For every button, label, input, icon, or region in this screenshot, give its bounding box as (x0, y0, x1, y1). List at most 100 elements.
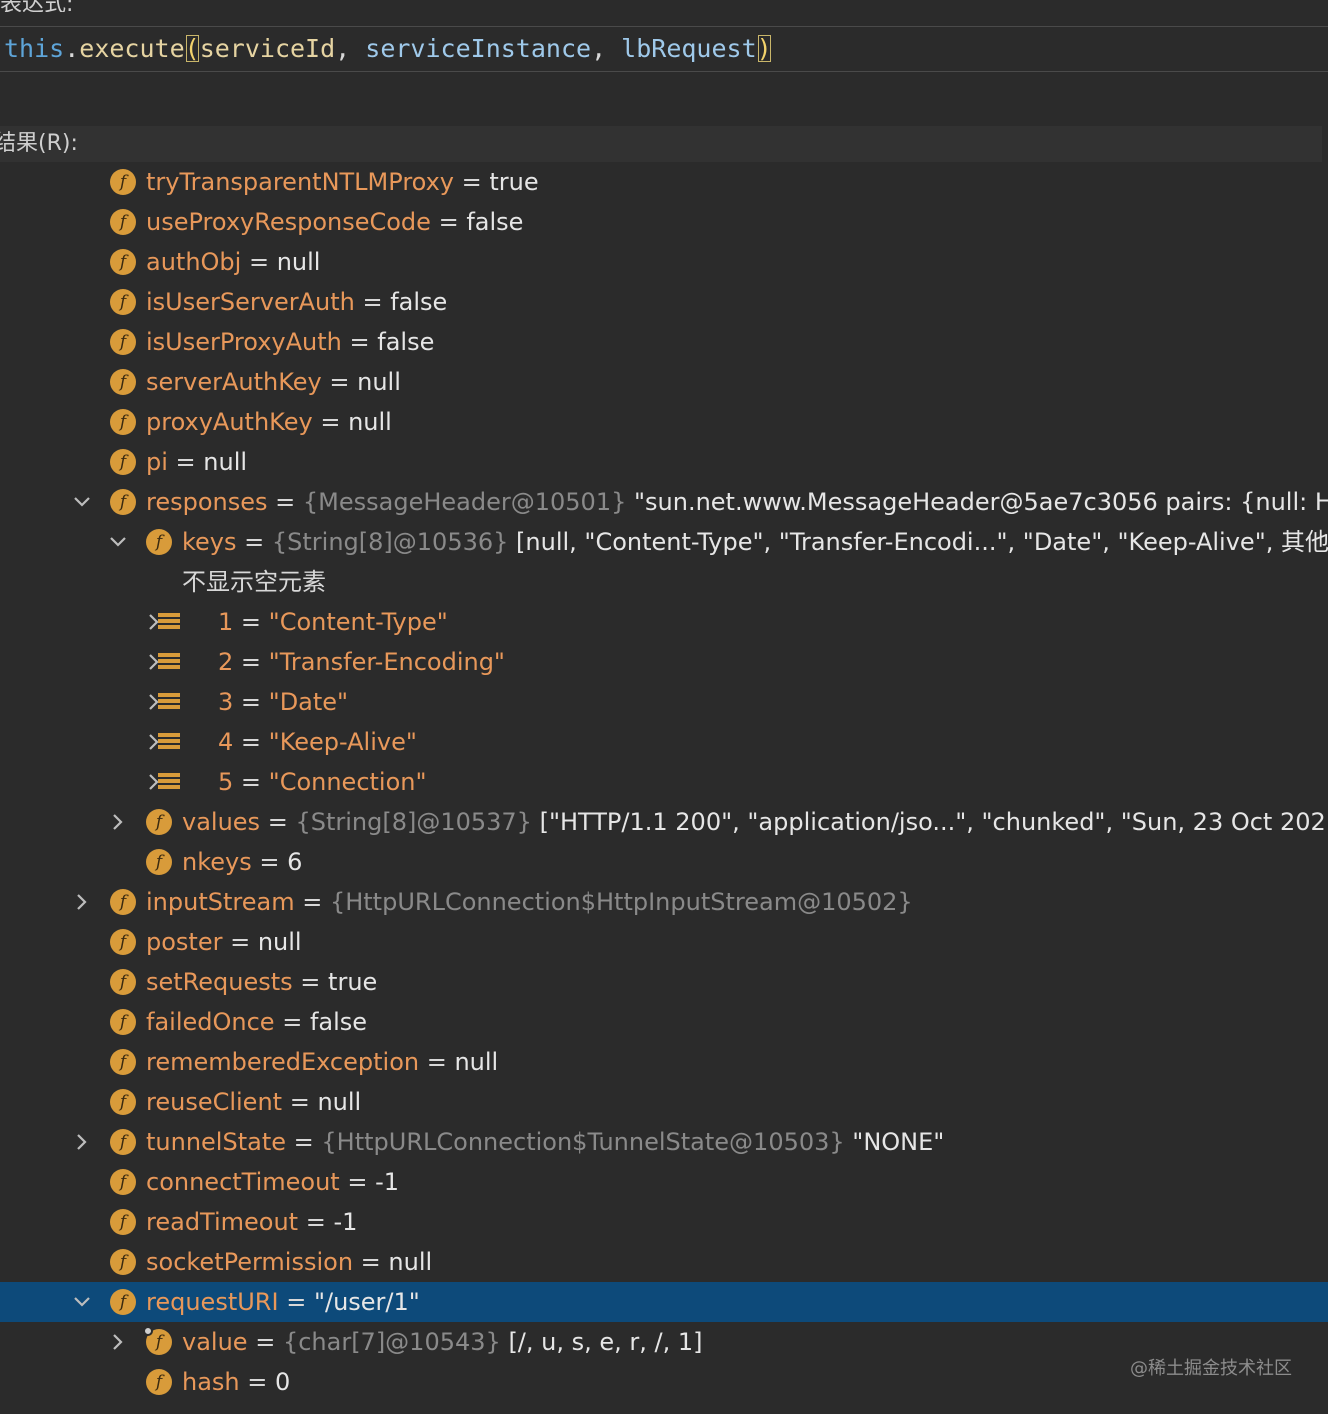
tree-row-text: 4 = "Keep-Alive" (218, 722, 417, 762)
tree-row[interactable]: f inputStream = {HttpURLConnection$HttpIn… (0, 882, 1328, 922)
tree-row-name: requestURI (146, 1288, 279, 1316)
tree-row-value: null (454, 1048, 499, 1076)
chevron-right-icon[interactable] (72, 882, 96, 922)
array-element-icon (158, 653, 180, 671)
tree-row-equals: = (241, 248, 277, 276)
variables-tree[interactable]: f tryTransparentNTLMProxy = true f useProxy… (0, 162, 1328, 1414)
tree-row-equals: = (294, 888, 330, 916)
tree-row-equals: = (341, 328, 378, 356)
field-icon: f (110, 1289, 136, 1315)
tree-row-text: proxyAuthKey = null (146, 402, 392, 442)
tree-row-value: null (357, 368, 401, 396)
tree-row-equals: = (354, 288, 391, 316)
tree-row[interactable]: f serverAuthKey = null (0, 362, 1328, 402)
tree-row[interactable]: f keys = {String[8]@10536} [null, "Conten… (0, 522, 1328, 562)
tree-row[interactable]: 5 = "Connection" (0, 762, 1328, 802)
tree-row[interactable]: f connectTimeout = -1 (0, 1162, 1328, 1202)
tree-row-value: null (388, 1248, 433, 1276)
array-element-icon (158, 613, 180, 631)
chevron-down-icon[interactable] (72, 1282, 96, 1322)
field-icon: f (146, 849, 172, 875)
tree-row[interactable]: f useProxyResponseCode = false (0, 202, 1328, 242)
tree-row-value: null (203, 448, 248, 476)
result-label: 结果(R): (0, 126, 1322, 162)
expression-token: . (64, 34, 80, 63)
expression-token: ) (756, 34, 772, 63)
tree-row-value: true (489, 168, 539, 196)
tree-row-name: 2 (218, 648, 234, 676)
tree-row[interactable]: f isUserProxyAuth = false (0, 322, 1328, 362)
tree-row-equals: = (274, 1008, 310, 1036)
tree-row-text: setRequests = true (146, 962, 377, 1002)
tree-row[interactable]: f values = {String[8]@10537} ["HTTP/1.1 2… (0, 802, 1328, 842)
tree-row-text: isUserServerAuth = false (146, 282, 447, 322)
tree-row[interactable]: f setRequests = true (0, 962, 1328, 1002)
tree-row[interactable]: f value = {char[7]@10543} [/, u, s, e, r,… (0, 1322, 1328, 1362)
tree-row-type: {HttpURLConnection$HttpInputStream@10502… (329, 888, 913, 916)
tree-row-text: 3 = "Date" (218, 682, 348, 722)
tree-row-type: {String[8]@10536} (271, 528, 517, 556)
tree-row-value: false (390, 288, 448, 316)
tree-row[interactable]: f requestURI = "/user/1" (0, 1282, 1328, 1322)
tree-row[interactable]: f authObj = null (0, 242, 1328, 282)
tree-row[interactable]: 3 = "Date" (0, 682, 1328, 722)
tree-row[interactable]: f poster = null (0, 922, 1328, 962)
tree-row[interactable]: 不显示空元素 (0, 562, 1328, 602)
tree-row-equals: = (167, 448, 204, 476)
tree-row[interactable]: f proxyAuthKey = null (0, 402, 1328, 442)
tree-row-value: "sun.net.www.MessageHeader@5ae7c3056 pai… (633, 488, 1328, 516)
tree-row-value: null (317, 1088, 362, 1116)
tree-row[interactable]: f socketPermission = null (0, 1242, 1328, 1282)
tree-row-text: inputStream = {HttpURLConnection$HttpInp… (146, 882, 913, 922)
tree-row-text: values = {String[8]@10537} ["HTTP/1.1 20… (182, 802, 1328, 842)
field-icon: f (110, 329, 136, 355)
tree-row[interactable]: f responses = {MessageHeader@10501} "sun.… (0, 482, 1328, 522)
tree-row-value: 6 (287, 848, 303, 876)
chevron-right-icon[interactable] (72, 1122, 96, 1162)
tree-row-equals: = (233, 768, 269, 796)
field-icon: f (110, 1169, 136, 1195)
tree-row-text: reuseClient = null (146, 1082, 361, 1122)
tree-row[interactable]: 2 = "Transfer-Encoding" (0, 642, 1328, 682)
tree-row[interactable]: f reuseClient = null (0, 1082, 1328, 1122)
expression-input[interactable]: this.execute(serviceId, serviceInstance,… (0, 26, 1328, 72)
tree-row-value: null (257, 928, 302, 956)
tree-row-name: hash (182, 1368, 240, 1396)
field-icon: f (110, 1049, 136, 1075)
tree-row-value: [/, u, s, e, r, /, 1] (508, 1328, 703, 1356)
chevron-down-icon[interactable] (108, 522, 132, 562)
expression-token: lbRequest (621, 34, 757, 63)
expression-mode-label: 表达式: (0, 0, 73, 12)
tree-row-equals: = (222, 928, 258, 956)
tree-row[interactable]: f tryTransparentNTLMProxy = true (0, 162, 1328, 202)
tree-row[interactable]: f rememberedException = null (0, 1042, 1328, 1082)
chevron-right-icon[interactable] (108, 1322, 132, 1362)
chevron-down-icon[interactable] (72, 482, 96, 522)
tree-row-name: serverAuthKey (146, 368, 322, 396)
tree-row-text: isUserProxyAuth = false (146, 322, 434, 362)
tree-row-value: false (309, 1008, 368, 1036)
tree-row[interactable]: 4 = "Keep-Alive" (0, 722, 1328, 762)
tree-row-name: tryTransparentNTLMProxy (146, 168, 455, 196)
tree-row-name: isUserProxyAuth (146, 328, 342, 356)
field-icon: f (110, 369, 136, 395)
watermark: @稀土掘金技术社区 (1130, 1358, 1292, 1379)
tree-row[interactable]: f hash = 0 (0, 1362, 1328, 1402)
tree-row[interactable]: f tunnelState = {HttpURLConnection$Tunnel… (0, 1122, 1328, 1162)
tree-row[interactable]: f failedOnce = false (0, 1002, 1328, 1042)
tree-row[interactable]: f readTimeout = -1 (0, 1202, 1328, 1242)
tree-row[interactable]: f nkeys = 6 (0, 842, 1328, 882)
tree-row-equals: = (353, 1248, 389, 1276)
chevron-right-icon[interactable] (108, 802, 132, 842)
tree-row[interactable]: 1 = "Content-Type" (0, 602, 1328, 642)
tree-row-text: connectTimeout = -1 (146, 1162, 399, 1202)
tree-row-value: "Content-Type" (268, 608, 448, 636)
tree-row-name: setRequests (146, 968, 293, 996)
tree-row-value: "Keep-Alive" (268, 728, 417, 756)
tree-row[interactable]: f pi = null (0, 442, 1328, 482)
field-icon: f (110, 409, 136, 435)
tree-row-equals: = (298, 1208, 334, 1236)
tree-row-equals: = (321, 368, 358, 396)
tree-row[interactable]: f isUserServerAuth = false (0, 282, 1328, 322)
tree-row-text: 1 = "Content-Type" (218, 602, 448, 642)
